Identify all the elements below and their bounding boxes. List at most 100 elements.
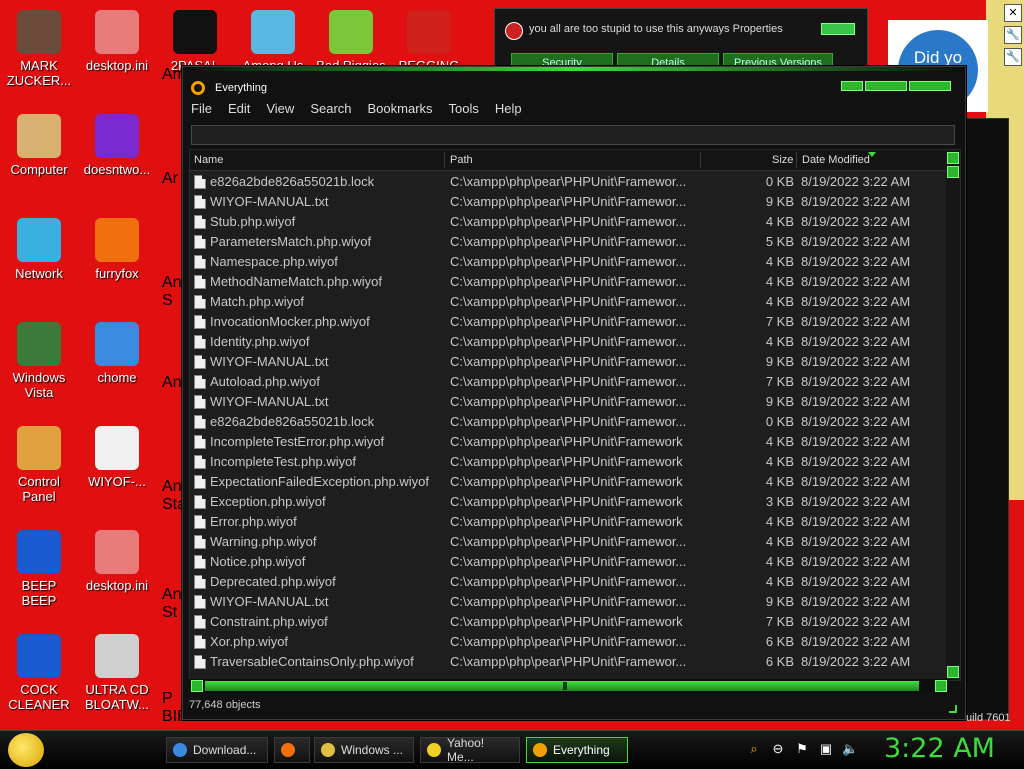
- scroll-up-button-2[interactable]: [947, 166, 959, 178]
- table-row[interactable]: ParametersMatch.php.wiyof C:\xampp\php\pe…: [190, 232, 944, 252]
- scroll-left-button[interactable]: [191, 680, 203, 692]
- table-row[interactable]: IncompleteTest.php.wiyof C:\xampp\php\pea…: [190, 452, 944, 472]
- desktop-icon[interactable]: ULTRA CD BLOATW...: [78, 634, 156, 712]
- desktop-icon[interactable]: BEEP BEEP: [0, 530, 78, 608]
- menu-help[interactable]: Help: [495, 101, 522, 121]
- table-row[interactable]: InvocationMocker.php.wiyof C:\xampp\php\p…: [190, 312, 944, 332]
- minimize-button[interactable]: [841, 81, 863, 91]
- table-row[interactable]: Error.php.wiyof C:\xampp\php\pear\PHPUnit…: [190, 512, 944, 532]
- table-row[interactable]: Warning.php.wiyof C:\xampp\php\pear\PHPUn…: [190, 532, 944, 552]
- table-row[interactable]: WIYOF-MANUAL.txt C:\xampp\php\pear\PHPUni…: [190, 352, 944, 372]
- table-row[interactable]: ExpectationFailedException.php.wiyof C:\x…: [190, 472, 944, 492]
- scroll-down-button[interactable]: [947, 666, 959, 678]
- column-divider[interactable]: [700, 152, 701, 168]
- scroll-up-button[interactable]: [947, 152, 959, 164]
- desktop-icon[interactable]: Network: [0, 218, 78, 281]
- column-size[interactable]: Size: [772, 154, 793, 166]
- table-row[interactable]: TraversableContainsOnly.php.wiyof C:\xamp…: [190, 652, 944, 672]
- scroll-right-button[interactable]: [935, 680, 947, 692]
- desktop-icon[interactable]: chome: [78, 322, 156, 385]
- table-row[interactable]: Identity.php.wiyof C:\xampp\php\pear\PHPU…: [190, 332, 944, 352]
- desktop-icon[interactable]: WIYOF-...: [78, 426, 156, 489]
- table-row[interactable]: Match.php.wiyof C:\xampp\php\pear\PHPUnit…: [190, 292, 944, 312]
- file-path: C:\xampp\php\pear\PHPUnit\Framework: [450, 434, 683, 449]
- start-button[interactable]: [8, 733, 44, 767]
- menu-file[interactable]: File: [191, 101, 212, 121]
- file-date-modified: 8/19/2022 3:22 AM: [801, 394, 911, 409]
- table-row[interactable]: Namespace.php.wiyof C:\xampp\php\pear\PHP…: [190, 252, 944, 272]
- menu-view[interactable]: View: [266, 101, 294, 121]
- taskbar-button[interactable]: Yahoo! Me...: [420, 736, 520, 764]
- scrollbar-track[interactable]: [205, 681, 919, 691]
- scrollbar-thumb[interactable]: [563, 682, 567, 690]
- menu-bookmarks[interactable]: Bookmarks: [368, 101, 433, 121]
- network-icon[interactable]: ▣: [818, 741, 834, 757]
- desktop-icon[interactable]: Computer: [0, 114, 78, 177]
- menu-edit[interactable]: Edit: [228, 101, 250, 121]
- table-row[interactable]: WIYOF-MANUAL.txt C:\xampp\php\pear\PHPUni…: [190, 592, 944, 612]
- desktop-icon[interactable]: furryfox: [78, 218, 156, 281]
- file-name: Xor.php.wiyof: [210, 634, 289, 649]
- close-icon[interactable]: ✕: [1004, 4, 1022, 22]
- everything-tray-icon[interactable]: ⌕: [746, 741, 762, 757]
- desktop-icon[interactable]: COCK CLEANER: [0, 634, 78, 712]
- file-name: WIYOF-MANUAL.txt: [210, 194, 329, 209]
- menu-tools[interactable]: Tools: [449, 101, 479, 121]
- close-button[interactable]: [909, 81, 951, 91]
- file-path: C:\xampp\php\pear\PHPUnit\Framewor...: [450, 374, 687, 389]
- taskbar-button[interactable]: Download...: [166, 737, 268, 763]
- search-input[interactable]: [191, 125, 955, 145]
- taskbar-button[interactable]: Windows ...: [314, 737, 414, 763]
- desktop-icon[interactable]: doesntwo...: [78, 114, 156, 177]
- desktop-icon[interactable]: Windows Vista: [0, 322, 78, 400]
- volume-icon[interactable]: 🔈: [842, 741, 858, 757]
- table-row[interactable]: MethodNameMatch.php.wiyof C:\xampp\php\pe…: [190, 272, 944, 292]
- table-row[interactable]: IncompleteTestError.php.wiyof C:\xampp\ph…: [190, 432, 944, 452]
- table-row[interactable]: Constraint.php.wiyof C:\xampp\php\pear\PH…: [190, 612, 944, 632]
- menu-search[interactable]: Search: [310, 101, 351, 121]
- table-row[interactable]: e826a2bde826a55021b.lock C:\xampp\php\pea…: [190, 172, 944, 192]
- taskbar-button[interactable]: Everything: [526, 737, 628, 763]
- file-size: 4 KB: [765, 434, 794, 449]
- system-tray: ⌕ ⊖ ⚑ ▣ 🔈: [746, 741, 858, 757]
- wrench-icon[interactable]: 🔧: [1004, 26, 1022, 44]
- desktop-icon[interactable]: Control Panel: [0, 426, 78, 504]
- file-name: Constraint.php.wiyof: [210, 614, 328, 629]
- table-row[interactable]: e826a2bde826a55021b.lock C:\xampp\php\pea…: [190, 412, 944, 432]
- column-date-modified[interactable]: Date Modified: [802, 154, 870, 166]
- title-bar[interactable]: Everything: [183, 73, 965, 101]
- table-row[interactable]: Stub.php.wiyof C:\xampp\php\pear\PHPUnit\…: [190, 212, 944, 232]
- vertical-scrollbar[interactable]: [946, 150, 960, 680]
- minus-circle-icon[interactable]: ⊖: [770, 741, 786, 757]
- horizontal-scrollbar[interactable]: [189, 679, 949, 693]
- folder-icon: [321, 743, 335, 757]
- flag-icon[interactable]: ⚑: [794, 741, 810, 757]
- table-row[interactable]: WIYOF-MANUAL.txt C:\xampp\php\pear\PHPUni…: [190, 392, 944, 412]
- file-date-modified: 8/19/2022 3:22 AM: [801, 434, 911, 449]
- table-row[interactable]: WIYOF-MANUAL.txt C:\xampp\php\pear\PHPUni…: [190, 192, 944, 212]
- desktop-icon[interactable]: PEGGING: [390, 10, 468, 73]
- table-row[interactable]: Xor.php.wiyof C:\xampp\php\pear\PHPUnit\F…: [190, 632, 944, 652]
- file-date-modified: 8/19/2022 3:22 AM: [801, 554, 911, 569]
- table-row[interactable]: Notice.php.wiyof C:\xampp\php\pear\PHPUni…: [190, 552, 944, 572]
- column-divider[interactable]: [444, 152, 445, 168]
- desktop-icon[interactable]: MARK ZUCKER...: [0, 10, 78, 88]
- taskbar-button[interactable]: [274, 737, 310, 763]
- resize-grip[interactable]: [949, 705, 957, 713]
- maximize-button[interactable]: [865, 81, 907, 91]
- desktop-icon[interactable]: Among Us: [234, 10, 312, 73]
- close-button[interactable]: [821, 23, 855, 35]
- desktop-icon[interactable]: Bad Piggies: [312, 10, 390, 73]
- table-row[interactable]: Autoload.php.wiyof C:\xampp\php\pear\PHPU…: [190, 372, 944, 392]
- wrench-icon-2[interactable]: 🔧: [1004, 48, 1022, 66]
- table-row[interactable]: Deprecated.php.wiyof C:\xampp\php\pear\PH…: [190, 572, 944, 592]
- clock[interactable]: 3:22 AM: [884, 733, 995, 764]
- column-divider[interactable]: [796, 152, 797, 168]
- table-row[interactable]: Exception.php.wiyof C:\xampp\php\pear\PHP…: [190, 492, 944, 512]
- desktop-icon[interactable]: desktop.ini: [78, 10, 156, 73]
- file-icon: [194, 415, 206, 429]
- column-name[interactable]: Name: [194, 154, 223, 166]
- column-path[interactable]: Path: [450, 154, 473, 166]
- file-icon: [194, 195, 206, 209]
- desktop-icon[interactable]: desktop.ini: [78, 530, 156, 593]
